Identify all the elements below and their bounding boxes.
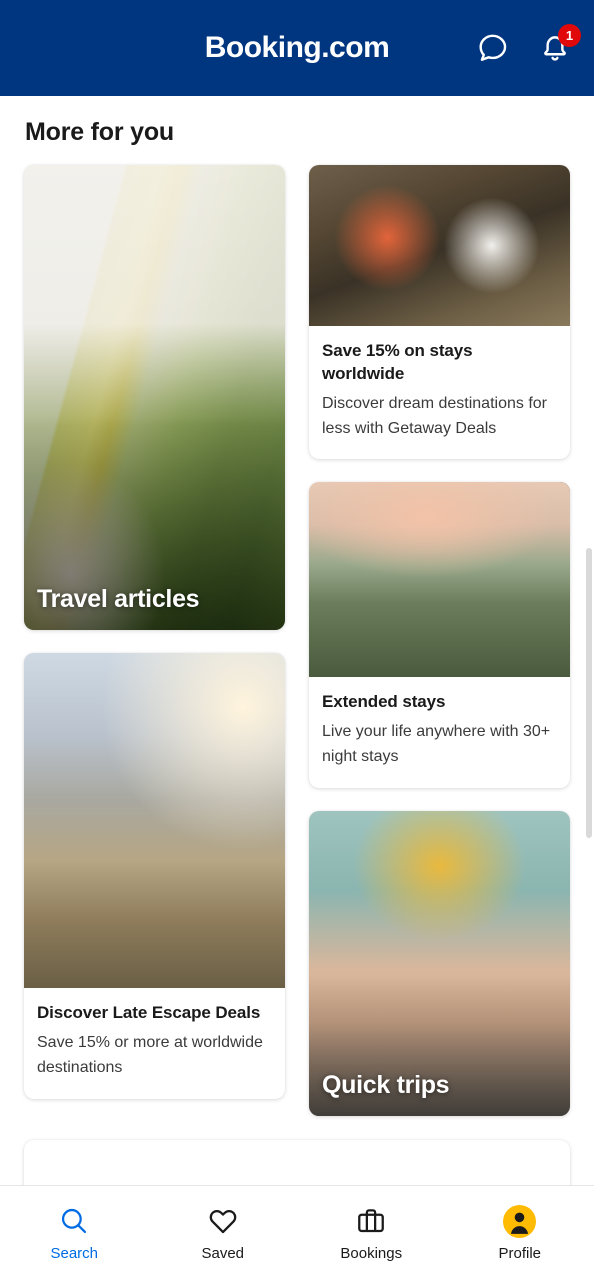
nav-item-saved[interactable]: Saved <box>149 1204 298 1262</box>
card-body: Discover Late Escape Deals Save 15% or m… <box>24 988 285 1099</box>
nav-label: Profile <box>498 1245 542 1262</box>
heart-icon <box>207 1204 239 1238</box>
card-overlay-title: Quick trips <box>322 1071 450 1099</box>
card-extended-stays[interactable]: Extended stays Live your life anywhere w… <box>309 482 570 788</box>
hikers-mountain-trail-photo <box>24 653 285 988</box>
briefcase-icon <box>355 1204 387 1238</box>
card-title: Save 15% on stays worldwide <box>322 341 473 383</box>
family-relaxing-outdoors-photo <box>309 165 570 326</box>
recommendations-masonry: Travel articles Discover Late Escape Dea… <box>0 165 594 1116</box>
card-body: Save 15% on stays worldwide Discover dre… <box>309 326 570 459</box>
avatar <box>503 1204 537 1238</box>
nav-item-profile[interactable]: Profile <box>446 1204 594 1262</box>
card-quick-trips[interactable]: Quick trips <box>309 811 570 1116</box>
card-title: Discover Late Escape Deals <box>37 1003 261 1022</box>
booking-logo[interactable]: Booking.com <box>205 31 390 65</box>
card-save-15-percent[interactable]: Save 15% on stays worldwide Discover dre… <box>309 165 570 460</box>
card-body: Extended stays Live your life anywhere w… <box>309 677 570 788</box>
card-subtitle: Live your life anywhere with 30+ night s… <box>322 723 551 766</box>
card-travel-articles[interactable]: Travel articles <box>24 165 285 630</box>
card-subtitle: Discover dream destinations for less wit… <box>322 394 547 437</box>
nav-item-bookings[interactable]: Bookings <box>297 1204 446 1262</box>
app-header: Booking.com 1 <box>0 0 594 96</box>
nav-item-search[interactable]: Search <box>0 1204 149 1262</box>
nav-label: Saved <box>201 1245 245 1262</box>
woman-laptop-balcony-sunset-photo <box>309 482 570 678</box>
main-scroll-area[interactable]: More for you Travel articles Discover La… <box>0 96 594 1280</box>
page-title: More for you <box>25 118 174 146</box>
bell-icon[interactable]: 1 <box>538 24 581 65</box>
nav-label: Search <box>50 1245 99 1262</box>
magnifier-icon <box>58 1204 90 1238</box>
nav-label: Bookings <box>340 1245 403 1262</box>
card-late-escape-deals[interactable]: Discover Late Escape Deals Save 15% or m… <box>24 653 285 1099</box>
vertical-scrollbar[interactable] <box>586 548 592 838</box>
header-actions: 1 <box>476 24 581 65</box>
notification-badge: 1 <box>558 24 581 47</box>
card-title: Extended stays <box>322 692 446 712</box>
masonry-column-right: Save 15% on stays worldwide Discover dre… <box>309 165 570 1116</box>
bottom-navigation: Search Saved Bookings Profile <box>0 1185 594 1280</box>
card-subtitle: Save 15% or more at worldwide destinatio… <box>37 1033 263 1076</box>
avatar-icon <box>503 1204 537 1238</box>
card-overlay-title: Travel articles <box>37 585 200 613</box>
masonry-column-left: Travel articles Discover Late Escape Dea… <box>24 165 285 1099</box>
chat-bubble-icon[interactable] <box>476 31 510 65</box>
